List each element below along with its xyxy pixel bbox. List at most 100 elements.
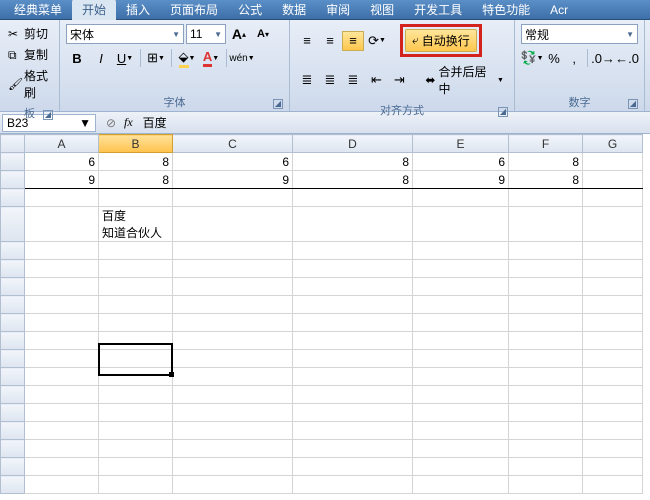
cell[interactable] <box>583 422 643 440</box>
format-painter-button[interactable]: 🖌格式刷 <box>6 66 53 102</box>
cell[interactable] <box>173 332 293 350</box>
tab-insert[interactable]: 插入 <box>116 0 160 20</box>
row-header[interactable] <box>1 332 25 350</box>
cell[interactable] <box>173 386 293 404</box>
row-header[interactable] <box>1 314 25 332</box>
number-format-combo[interactable]: 常规▼ <box>521 24 638 44</box>
row-header[interactable] <box>1 296 25 314</box>
cell[interactable] <box>509 278 583 296</box>
cell[interactable] <box>173 207 293 242</box>
cell[interactable]: 8 <box>509 171 583 189</box>
shrink-font-button[interactable]: A▾ <box>252 24 274 44</box>
cell[interactable] <box>583 278 643 296</box>
cell[interactable] <box>509 296 583 314</box>
cell[interactable]: 百度知道合伙人 <box>99 207 173 242</box>
dialog-launcher-icon[interactable]: ◢ <box>498 107 508 117</box>
tab-review[interactable]: 审阅 <box>316 0 360 20</box>
cell[interactable]: 6 <box>25 153 99 171</box>
cell[interactable] <box>293 350 413 368</box>
row-header[interactable] <box>1 440 25 458</box>
cell[interactable] <box>583 332 643 350</box>
row-header[interactable] <box>1 368 25 386</box>
row-header[interactable] <box>1 386 25 404</box>
cell[interactable] <box>413 314 509 332</box>
cell[interactable] <box>413 368 509 386</box>
cell[interactable] <box>413 440 509 458</box>
cell[interactable] <box>583 404 643 422</box>
percent-button[interactable]: % <box>545 48 563 68</box>
cell[interactable] <box>293 260 413 278</box>
font-name-combo[interactable]: 宋体▼ <box>66 24 184 44</box>
cell[interactable] <box>173 296 293 314</box>
align-left-button[interactable]: ≣ <box>296 70 318 90</box>
cell[interactable] <box>25 404 99 422</box>
cell[interactable] <box>99 296 173 314</box>
cell[interactable] <box>25 440 99 458</box>
cell[interactable]: 6 <box>413 153 509 171</box>
cell[interactable] <box>583 350 643 368</box>
cell[interactable] <box>99 458 173 476</box>
bold-button[interactable]: B <box>66 48 88 68</box>
cell[interactable]: 9 <box>173 171 293 189</box>
cell[interactable] <box>509 314 583 332</box>
cell[interactable] <box>293 386 413 404</box>
cell[interactable] <box>99 332 173 350</box>
cell[interactable] <box>99 350 173 368</box>
font-color-button[interactable]: A▼ <box>200 48 222 68</box>
underline-button[interactable]: U▼ <box>114 48 136 68</box>
cell[interactable] <box>25 296 99 314</box>
cell[interactable] <box>509 368 583 386</box>
cell[interactable] <box>413 422 509 440</box>
cell[interactable]: 9 <box>413 171 509 189</box>
cell[interactable] <box>25 260 99 278</box>
cell[interactable] <box>25 242 99 260</box>
cell[interactable] <box>173 278 293 296</box>
cell[interactable] <box>583 440 643 458</box>
cell[interactable] <box>293 242 413 260</box>
tab-special[interactable]: 特色功能 <box>472 0 540 20</box>
cell[interactable] <box>25 189 99 207</box>
cell[interactable] <box>583 296 643 314</box>
grow-font-button[interactable]: A▴ <box>228 24 250 44</box>
cell[interactable] <box>413 296 509 314</box>
cell[interactable] <box>413 476 509 494</box>
row-header[interactable] <box>1 278 25 296</box>
cell[interactable]: 8 <box>293 153 413 171</box>
tab-layout[interactable]: 页面布局 <box>160 0 228 20</box>
align-middle-button[interactable]: ≡ <box>319 31 341 51</box>
cell[interactable] <box>25 476 99 494</box>
cell[interactable] <box>173 242 293 260</box>
cell[interactable] <box>413 242 509 260</box>
cell[interactable] <box>509 260 583 278</box>
increase-decimal-button[interactable]: .0→ <box>592 48 614 68</box>
border-button[interactable]: ⊞▼ <box>145 48 167 68</box>
cell[interactable] <box>509 207 583 242</box>
fill-color-button[interactable]: ⬙▼ <box>176 48 198 68</box>
cell[interactable] <box>25 332 99 350</box>
row-header[interactable] <box>1 476 25 494</box>
orientation-button[interactable]: ⟳▼ <box>366 31 388 51</box>
cell[interactable] <box>509 440 583 458</box>
row-header[interactable] <box>1 153 25 171</box>
tab-view[interactable]: 视图 <box>360 0 404 20</box>
cell[interactable] <box>583 458 643 476</box>
col-header[interactable] <box>1 135 25 153</box>
cell[interactable] <box>25 207 99 242</box>
phonetic-button[interactable]: wén▼ <box>231 48 253 68</box>
cell[interactable] <box>99 422 173 440</box>
cell[interactable] <box>583 171 643 189</box>
cell[interactable] <box>25 278 99 296</box>
cell[interactable] <box>173 440 293 458</box>
cell[interactable] <box>583 207 643 242</box>
cell[interactable] <box>173 368 293 386</box>
cell[interactable] <box>509 386 583 404</box>
tab-data[interactable]: 数据 <box>272 0 316 20</box>
cell[interactable] <box>25 314 99 332</box>
accounting-format-button[interactable]: 💱▼ <box>521 48 543 68</box>
cell[interactable] <box>293 189 413 207</box>
cell[interactable] <box>173 314 293 332</box>
cell[interactable] <box>293 368 413 386</box>
cell[interactable] <box>99 404 173 422</box>
col-header[interactable]: G <box>583 135 643 153</box>
cell[interactable] <box>583 153 643 171</box>
